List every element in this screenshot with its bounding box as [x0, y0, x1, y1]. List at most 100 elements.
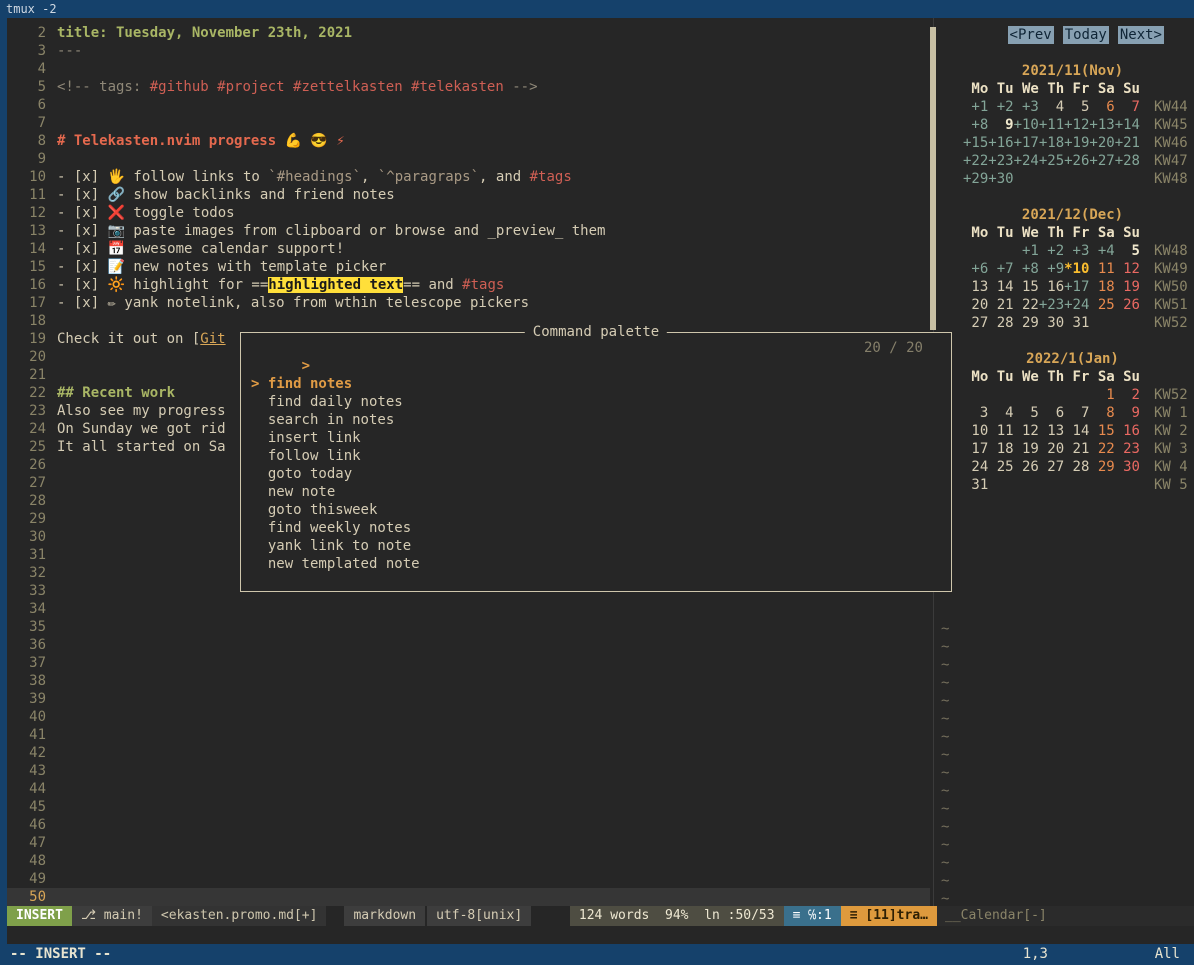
scrollbar-thumb[interactable] — [930, 27, 936, 330]
calendar-day[interactable]: 26 — [1014, 458, 1039, 476]
calendar-day[interactable]: 31 — [963, 476, 988, 494]
palette-item[interactable]: new note — [241, 483, 951, 501]
editor-line[interactable]: 40 — [7, 708, 930, 726]
editor-line[interactable]: 34 — [7, 600, 930, 618]
command-line[interactable]: :lua require('telekasten').panel() — [7, 926, 1194, 944]
editor-line[interactable]: 7 — [7, 114, 930, 132]
calendar-day[interactable]: 11 — [988, 422, 1013, 440]
calendar-day[interactable]: 30 — [1115, 458, 1140, 476]
editor-line[interactable]: 44 — [7, 780, 930, 798]
editor-line[interactable]: 38 — [7, 672, 930, 690]
calendar-day[interactable]: 14 — [988, 278, 1013, 296]
editor-line[interactable]: 2title: Tuesday, November 23th, 2021 — [7, 24, 930, 42]
calendar-day[interactable]: +28 — [1115, 152, 1140, 170]
calendar-day[interactable]: 11 — [1089, 260, 1114, 278]
calendar-day[interactable]: 31 — [1064, 314, 1089, 332]
calendar-day[interactable]: 28 — [1064, 458, 1089, 476]
calendar-day[interactable]: +11 — [1039, 116, 1064, 134]
palette-item[interactable]: goto today — [241, 465, 951, 483]
editor-line[interactable]: 17- [x] ✏ yank notelink, also from wthin… — [7, 294, 930, 312]
calendar-day[interactable]: 13 — [1039, 422, 1064, 440]
editor-line[interactable]: 5<!-- tags: #github #project #zettelkast… — [7, 78, 930, 96]
calendar-day[interactable]: +8 — [963, 116, 988, 134]
calendar-day[interactable]: 18 — [1089, 278, 1114, 296]
calendar-day[interactable]: +16 — [988, 134, 1013, 152]
calendar-day[interactable]: 9 — [1115, 404, 1140, 422]
editor-line[interactable]: 43 — [7, 762, 930, 780]
editor-line[interactable]: 47 — [7, 834, 930, 852]
editor-line[interactable]: 42 — [7, 744, 930, 762]
calendar-day[interactable]: 27 — [963, 314, 988, 332]
calendar-day[interactable]: 4 — [1039, 98, 1064, 116]
editor-line[interactable]: 50 — [7, 888, 930, 906]
calendar-day[interactable]: +17 — [1014, 134, 1039, 152]
editor-line[interactable]: 4 — [7, 60, 930, 78]
calendar-day[interactable]: 24 — [963, 458, 988, 476]
calendar-day[interactable]: +2 — [988, 98, 1013, 116]
editor-line[interactable]: 18 — [7, 312, 930, 330]
calendar-day[interactable]: *10 — [1064, 260, 1089, 278]
calendar-day[interactable]: 30 — [1039, 314, 1064, 332]
calendar-day[interactable]: +24 — [1064, 296, 1089, 314]
palette-item[interactable]: find daily notes — [241, 393, 951, 411]
palette-item[interactable]: goto thisweek — [241, 501, 951, 519]
calendar-day[interactable]: +7 — [988, 260, 1013, 278]
calendar-day[interactable]: 14 — [1064, 422, 1089, 440]
calendar-day[interactable]: +20 — [1089, 134, 1114, 152]
calendar-day[interactable]: +27 — [1089, 152, 1114, 170]
calendar-day[interactable]: 20 — [963, 296, 988, 314]
calendar-day[interactable]: +3 — [1064, 242, 1089, 260]
palette-item[interactable]: find weekly notes — [241, 519, 951, 537]
calendar-day[interactable]: 5 — [1064, 98, 1089, 116]
calendar-day[interactable]: +23 — [988, 152, 1013, 170]
calendar-day[interactable]: 8 — [1089, 404, 1114, 422]
editor-line[interactable]: 16- [x] 🔆 highlight for ==highlighted te… — [7, 276, 930, 294]
calendar-day[interactable]: +2 — [1039, 242, 1064, 260]
calendar-day[interactable]: 23 — [1115, 440, 1140, 458]
palette-item[interactable]: insert link — [241, 429, 951, 447]
editor-line[interactable]: 13- [x] 📷 paste images from clipboard or… — [7, 222, 930, 240]
editor-line[interactable]: 35 — [7, 618, 930, 636]
calendar-day[interactable]: +25 — [1039, 152, 1064, 170]
calendar-day[interactable]: +3 — [1014, 98, 1039, 116]
calendar-day[interactable]: 19 — [1014, 440, 1039, 458]
calendar-day[interactable]: +15 — [963, 134, 988, 152]
calendar-day[interactable]: +17 — [1064, 278, 1089, 296]
calendar-day[interactable]: +4 — [1089, 242, 1114, 260]
calendar-day[interactable]: 9 — [988, 116, 1013, 134]
calendar-day[interactable]: +21 — [1115, 134, 1140, 152]
calendar-day[interactable]: +10 — [1014, 116, 1039, 134]
calendar-day[interactable]: +18 — [1039, 134, 1064, 152]
calendar-day[interactable]: 16 — [1039, 278, 1064, 296]
calendar-day[interactable]: 22 — [1014, 296, 1039, 314]
calendar-day[interactable]: 21 — [988, 296, 1013, 314]
editor-line[interactable]: 8# Telekasten.nvim progress 💪 😎 ⚡ — [7, 132, 930, 150]
calendar-day[interactable]: 3 — [963, 404, 988, 422]
editor-line[interactable]: 36 — [7, 636, 930, 654]
palette-item[interactable]: >find notes — [241, 375, 951, 393]
editor-line[interactable]: 3--- — [7, 42, 930, 60]
calendar-day[interactable]: 2 — [1115, 386, 1140, 404]
editor-line[interactable]: 48 — [7, 852, 930, 870]
calendar-day[interactable]: +24 — [1014, 152, 1039, 170]
calendar-day[interactable]: 5 — [1115, 242, 1140, 260]
calendar-day[interactable]: +12 — [1064, 116, 1089, 134]
calendar-day[interactable]: 6 — [1039, 404, 1064, 422]
calendar-day[interactable]: +22 — [963, 152, 988, 170]
calendar-day[interactable]: +30 — [988, 170, 1013, 188]
calendar-today-button[interactable]: Today — [1063, 26, 1109, 44]
calendar-day[interactable]: 20 — [1039, 440, 1064, 458]
editor-line[interactable]: 41 — [7, 726, 930, 744]
calendar-day[interactable]: 19 — [1115, 278, 1140, 296]
calendar-day[interactable]: 12 — [1115, 260, 1140, 278]
calendar-day[interactable]: +6 — [963, 260, 988, 278]
calendar-day[interactable]: 28 — [988, 314, 1013, 332]
calendar-day[interactable]: +1 — [1014, 242, 1039, 260]
calendar-day[interactable]: 7 — [1115, 98, 1140, 116]
calendar-day[interactable]: +1 — [963, 98, 988, 116]
calendar-day[interactable]: 7 — [1064, 404, 1089, 422]
calendar-day[interactable]: 6 — [1089, 98, 1114, 116]
calendar-day[interactable]: 17 — [963, 440, 988, 458]
palette-item[interactable]: yank link to note — [241, 537, 951, 555]
editor-line[interactable]: 14- [x] 📅 awesome calendar support! — [7, 240, 930, 258]
